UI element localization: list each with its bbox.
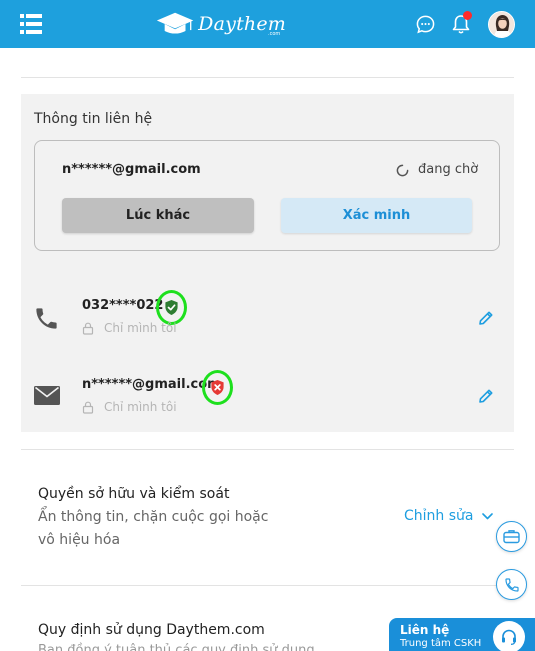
graduation-cap-icon bbox=[156, 12, 194, 34]
divider bbox=[21, 449, 514, 450]
site-logo[interactable]: Daythem .com bbox=[156, 8, 286, 40]
top-header: Daythem .com bbox=[0, 0, 535, 48]
headset-icon-wrap bbox=[493, 621, 525, 651]
email-verification-card: n******@gmail.com đang chờ Lúc khác Xác … bbox=[34, 140, 500, 251]
support-subtitle: Trung tâm CSKH bbox=[400, 638, 482, 649]
avatar[interactable] bbox=[488, 11, 515, 38]
edit-email-icon[interactable] bbox=[478, 388, 494, 404]
phone-icon bbox=[504, 577, 519, 592]
shield-x-icon bbox=[211, 380, 224, 395]
divider bbox=[21, 585, 514, 586]
later-button[interactable]: Lúc khác bbox=[62, 198, 254, 233]
verification-status: đang chờ bbox=[418, 162, 479, 177]
edit-ownership-link[interactable]: Chỉnh sửa bbox=[404, 508, 494, 524]
contact-info-title: Thông tin liên hệ bbox=[34, 111, 153, 127]
phone-icon bbox=[36, 308, 57, 329]
support-title: Liên hệ bbox=[400, 623, 450, 637]
briefcase-icon bbox=[503, 530, 520, 544]
phone-privacy[interactable]: Chỉ mình tôi bbox=[82, 321, 177, 335]
user-avatar-icon bbox=[489, 12, 514, 37]
pending-email: n******@gmail.com bbox=[62, 162, 201, 177]
loading-spinner-icon bbox=[396, 164, 409, 177]
phone-verified-badge bbox=[156, 290, 187, 325]
chevron-down-icon bbox=[482, 512, 494, 519]
floating-briefcase-button[interactable] bbox=[496, 521, 527, 552]
email-address: n******@gmail.com bbox=[82, 377, 221, 392]
verify-button[interactable]: Xác minh bbox=[281, 198, 472, 233]
phone-number: 032****022 bbox=[82, 298, 164, 313]
chat-icon[interactable] bbox=[416, 15, 435, 34]
headset-icon bbox=[502, 629, 516, 645]
menu-icon[interactable] bbox=[20, 13, 42, 35]
lock-icon bbox=[82, 322, 94, 335]
policy-title[interactable]: Quy định sử dụng Daythem.com bbox=[38, 622, 265, 638]
ownership-title: Quyền sở hữu và kiểm soát bbox=[38, 486, 230, 502]
mail-icon bbox=[34, 386, 60, 405]
customer-support-button[interactable]: Liên hệ Trung tâm CSKH bbox=[389, 618, 535, 651]
ownership-description: Ẩn thông tin, chặn cuộc gọi hoặc vô hiệu… bbox=[38, 509, 269, 548]
email-privacy[interactable]: Chỉ mình tôi bbox=[82, 400, 177, 414]
edit-ownership-label: Chỉnh sửa bbox=[404, 508, 474, 524]
edit-phone-icon[interactable] bbox=[478, 310, 494, 326]
floating-call-button[interactable] bbox=[496, 569, 527, 600]
phone-privacy-label: Chỉ mình tôi bbox=[104, 321, 177, 335]
email-privacy-label: Chỉ mình tôi bbox=[104, 400, 177, 414]
lock-icon bbox=[82, 401, 94, 414]
shield-check-icon bbox=[165, 300, 178, 315]
email-unverified-badge bbox=[202, 370, 233, 405]
policy-subtitle: Bạn đồng ý tuân thủ các quy định sử dụng… bbox=[38, 643, 328, 651]
divider bbox=[21, 77, 514, 78]
contact-info-panel: Thông tin liên hệ n******@gmail.com đang… bbox=[21, 94, 514, 432]
notification-dot bbox=[463, 11, 472, 20]
logo-domain: .com bbox=[268, 31, 281, 37]
